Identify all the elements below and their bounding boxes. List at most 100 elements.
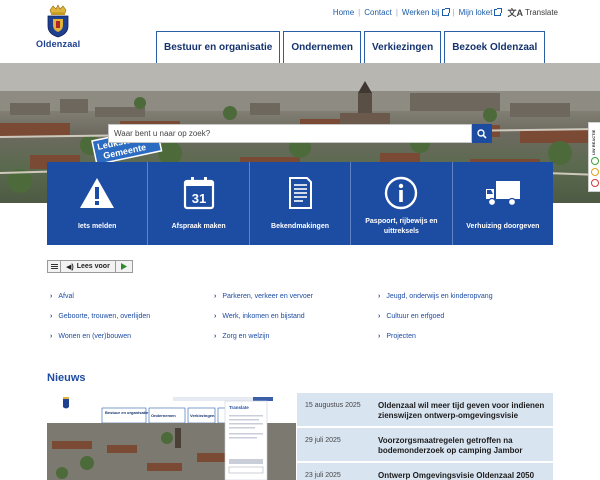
home-link[interactable]: Home: [333, 8, 354, 17]
tile-paspoort-rijbewijs[interactable]: Paspoort, rijbewijs en uittreksels: [350, 162, 452, 245]
contact-link[interactable]: Contact: [364, 8, 392, 17]
tab-bestuur-en-organisatie[interactable]: Bestuur en organisatie: [156, 31, 281, 63]
link-label: Jeugd, onderwijs en kinderopvang: [386, 293, 493, 300]
link-label: Cultuur en erfgoed: [386, 313, 445, 320]
news-thumbnail[interactable]: Bestuur en organisatie Ondernemen Verkie…: [47, 393, 296, 480]
tab-bezoek-oldenzaal[interactable]: Bezoek Oldenzaal: [444, 31, 546, 63]
chevron-right-icon: ›: [214, 293, 217, 300]
tile-label: Verhuizing doorgeven: [466, 223, 540, 230]
news-heading: Nieuws: [47, 372, 86, 384]
tile-label: Afspraak maken: [171, 223, 226, 230]
link-zorg-welzijn[interactable]: › Zorg en welzijn: [214, 333, 269, 340]
brand-name: Oldenzaal: [36, 39, 81, 49]
news-list: 15 augustus 2025 Oldenzaal wil meer tijd…: [297, 393, 553, 480]
thumb-nav-1: Bestuur en organisatie: [105, 410, 149, 415]
search-button[interactable]: [472, 124, 492, 143]
calendar-day: 31: [191, 191, 205, 206]
main-navigation: Bestuur en organisatie Ondernemen Verkie…: [156, 31, 548, 63]
coat-of-arms-icon: [47, 4, 69, 38]
tile-iets-melden[interactable]: Iets melden: [47, 162, 148, 245]
top-navigation: Home | Contact | Werken bij | Mijn loket…: [333, 6, 558, 19]
quick-tasks: Iets melden 31 Afspraak maken Bekendmaki…: [47, 162, 554, 245]
news-headline[interactable]: Ontwerp Omgevingsvisie Oldenzaal 2050: [378, 471, 548, 480]
tile-label: Iets melden: [77, 223, 117, 230]
chevron-right-icon: ›: [50, 333, 53, 340]
link-jeugd-onderwijs-kinderopvang[interactable]: › Jeugd, onderwijs en kinderopvang: [378, 293, 493, 300]
feedback-label: UW REACTIE: [591, 129, 596, 155]
tile-bekendmakingen[interactable]: Bekendmakingen: [248, 162, 351, 245]
translate-button[interactable]: 文A Translate: [507, 6, 558, 19]
neutral-smiley-icon[interactable]: [591, 168, 599, 176]
chevron-right-icon: ›: [378, 293, 381, 300]
thumb-nav-3: Verkiezingen: [190, 413, 215, 418]
lees-voor-label: Lees voor: [76, 263, 110, 270]
separator: |: [452, 8, 455, 17]
search-input[interactable]: [108, 124, 472, 143]
chevron-right-icon: ›: [214, 313, 217, 320]
chevron-right-icon: ›: [378, 333, 381, 340]
search-bar: [108, 124, 492, 143]
document-icon: [289, 177, 313, 209]
speaker-icon: ◀): [66, 263, 74, 271]
link-cultuur-erfgoed[interactable]: › Cultuur en erfgoed: [378, 313, 444, 320]
news-headline[interactable]: Oldenzaal wil meer tijd geven voor indie…: [378, 401, 548, 421]
mijn-loket-link[interactable]: Mijn loket: [458, 8, 503, 17]
chevron-right-icon: ›: [378, 313, 381, 320]
link-parkeren-verkeer-vervoer[interactable]: › Parkeren, verkeer en vervoer: [214, 293, 313, 300]
separator: |: [358, 8, 361, 17]
chevron-right-icon: ›: [50, 313, 53, 320]
link-werk-inkomen-bijstand[interactable]: › Werk, inkomen en bijstand: [214, 313, 305, 320]
link-label: Parkeren, verkeer en vervoer: [222, 293, 313, 300]
werken-bij-label: Werken bij: [401, 8, 440, 17]
play-button[interactable]: [116, 261, 132, 272]
feedback-widget[interactable]: UW REACTIE: [588, 122, 600, 192]
truck-icon: [485, 181, 520, 207]
tab-verkiezingen[interactable]: Verkiezingen: [364, 31, 442, 63]
werken-bij-link[interactable]: Werken bij: [401, 8, 450, 17]
warning-icon: [80, 178, 115, 208]
readspeaker-widget: ◀) Lees voor: [47, 260, 133, 273]
news-date: 15 augustus 2025: [305, 402, 361, 409]
separator: |: [395, 8, 398, 17]
play-icon: [120, 263, 127, 270]
tile-label: Paspoort, rijbewijs en uittreksels: [365, 218, 438, 235]
tile-label: Bekendmakingen: [271, 223, 329, 230]
link-label: Afval: [58, 293, 74, 300]
search-icon: [477, 128, 487, 139]
readspeaker-menu-button[interactable]: [48, 261, 61, 272]
translate-label: Translate: [524, 8, 558, 17]
link-label: Wonen en (ver)bouwen: [58, 333, 131, 340]
news-item[interactable]: 23 juli 2025 Ontwerp Omgevingsvisie Olde…: [297, 463, 553, 480]
website-screenshot-image: Bestuur en organisatie Ondernemen Verkie…: [47, 393, 296, 480]
translate-icon: 文A: [507, 8, 523, 18]
news-date: 23 juli 2025: [305, 472, 341, 479]
external-link-icon: [441, 8, 450, 16]
link-label: Projecten: [386, 333, 416, 340]
link-geboorte-trouwen-overlijden[interactable]: › Geboorte, trouwen, overlijden: [50, 313, 150, 320]
news-headline[interactable]: Voorzorgsmaatregelen getroffen na bodemo…: [378, 436, 548, 456]
news-item[interactable]: 15 augustus 2025 Oldenzaal wil meer tijd…: [297, 393, 553, 428]
mijn-loket-label: Mijn loket: [458, 8, 493, 17]
external-link-icon: [494, 8, 503, 16]
news-item[interactable]: 29 juli 2025 Voorzorgsmaatregelen getrof…: [297, 428, 553, 463]
tile-verhuizing-doorgeven[interactable]: Verhuizing doorgeven: [451, 162, 554, 245]
link-label: Geboorte, trouwen, overlijden: [58, 313, 151, 320]
link-projecten[interactable]: › Projecten: [378, 333, 416, 340]
sad-smiley-icon[interactable]: [591, 179, 599, 187]
thumb-nav-2: Ondernemen: [151, 413, 176, 418]
thumb-panel-title: Translate: [229, 405, 249, 410]
tile-afspraak-maken[interactable]: 31 Afspraak maken: [147, 162, 249, 245]
info-icon: [385, 176, 418, 210]
lees-voor-button[interactable]: ◀) Lees voor: [61, 261, 116, 272]
news-date: 29 juli 2025: [305, 437, 341, 444]
oldenzaal-logo[interactable]: Oldenzaal: [36, 4, 80, 60]
calendar-icon: 31: [183, 177, 214, 210]
link-afval[interactable]: › Afval: [50, 293, 74, 300]
link-label: Zorg en welzijn: [222, 333, 270, 340]
happy-smiley-icon[interactable]: [591, 157, 599, 165]
link-wonen-verbouwen[interactable]: › Wonen en (ver)bouwen: [50, 333, 131, 340]
tab-ondernemen[interactable]: Ondernemen: [283, 31, 362, 63]
chevron-right-icon: ›: [214, 333, 217, 340]
link-label: Werk, inkomen en bijstand: [222, 313, 305, 320]
chevron-right-icon: ›: [50, 293, 53, 300]
